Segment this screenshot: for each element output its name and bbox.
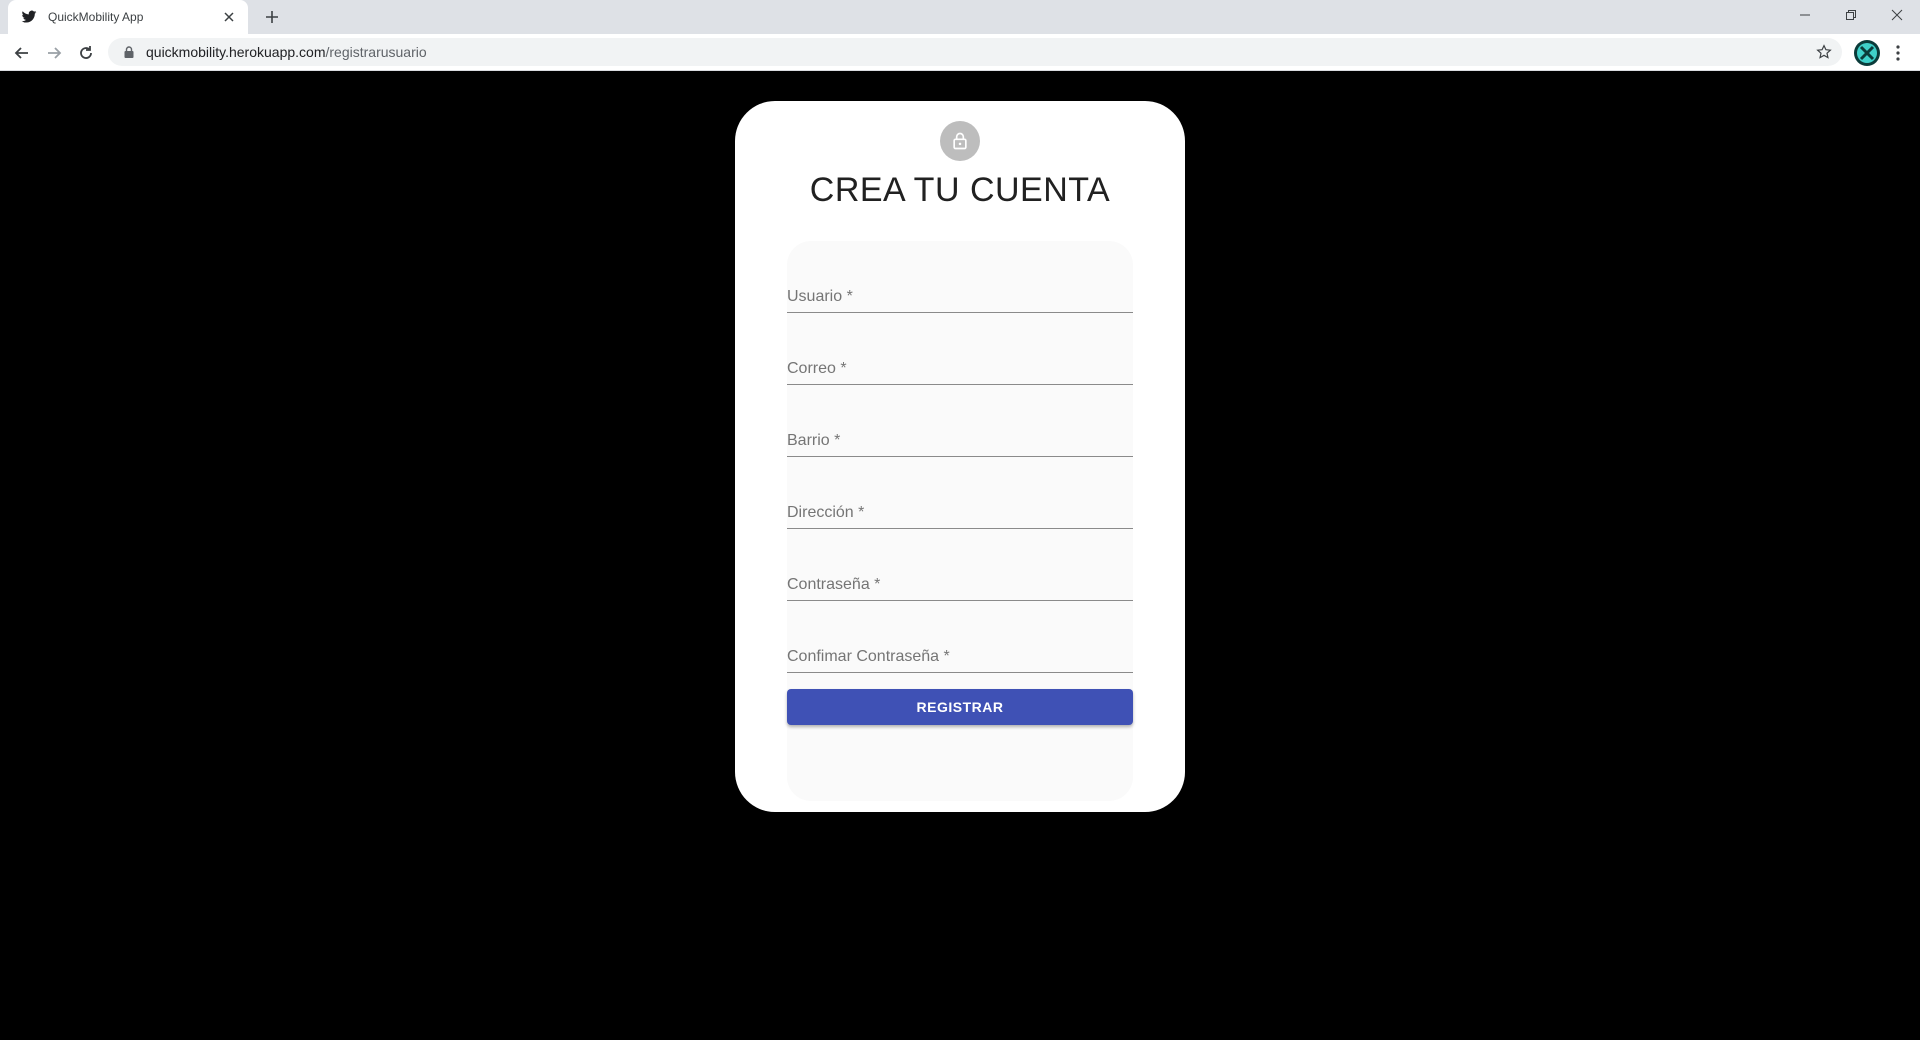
- plus-icon[interactable]: [260, 5, 284, 29]
- confirm-password-field[interactable]: Confimar Contraseña *: [787, 623, 1133, 673]
- url-host: quickmobility.herokuapp.com: [146, 44, 326, 60]
- email-field[interactable]: Correo *: [787, 335, 1133, 385]
- email-label: Correo *: [787, 360, 847, 377]
- restore-icon[interactable]: [1828, 0, 1874, 30]
- forward-icon[interactable]: [40, 39, 68, 67]
- password-field[interactable]: Contraseña *: [787, 551, 1133, 601]
- url-path: /registrarusuario: [325, 44, 427, 60]
- register-card: CREA TU CUENTA Usuario * Correo * Barrio…: [735, 101, 1185, 812]
- password-label: Contraseña *: [787, 576, 881, 593]
- page-viewport: CREA TU CUENTA Usuario * Correo * Barrio…: [0, 71, 1920, 1040]
- address-field[interactable]: Dirección *: [787, 479, 1133, 529]
- register-form: Usuario * Correo * Barrio * Dirección * …: [787, 241, 1133, 801]
- minimize-icon[interactable]: [1782, 0, 1828, 30]
- page-title: CREA TU CUENTA: [809, 171, 1111, 209]
- neighborhood-label: Barrio *: [787, 432, 841, 449]
- neighborhood-field[interactable]: Barrio *: [787, 407, 1133, 457]
- browser-tab[interactable]: QuickMobility App: [8, 0, 248, 34]
- browser-toolbar: quickmobility.herokuapp.com/registrarusu…: [0, 34, 1920, 71]
- close-icon[interactable]: [220, 8, 238, 26]
- lock-icon: [122, 45, 136, 59]
- star-icon[interactable]: [1814, 42, 1834, 62]
- username-field[interactable]: Usuario *: [787, 263, 1133, 313]
- address-bar[interactable]: quickmobility.herokuapp.com/registrarusu…: [108, 38, 1842, 66]
- tab-strip: QuickMobility App: [0, 0, 1920, 34]
- reload-icon[interactable]: [72, 39, 100, 67]
- address-label: Dirección *: [787, 504, 865, 521]
- tab-title: QuickMobility App: [48, 10, 144, 24]
- register-button[interactable]: REGISTRAR: [787, 689, 1133, 725]
- lock-outline-icon: [940, 121, 980, 161]
- username-label: Usuario *: [787, 288, 853, 305]
- twitter-bird-icon: [20, 8, 38, 26]
- profile-icon[interactable]: [1854, 40, 1880, 66]
- close-window-icon[interactable]: [1874, 0, 1920, 30]
- kebab-menu-icon[interactable]: [1886, 40, 1910, 66]
- url-text: quickmobility.herokuapp.com/registrarusu…: [146, 44, 427, 60]
- confirm-password-label: Confimar Contraseña *: [787, 648, 950, 665]
- back-icon[interactable]: [8, 39, 36, 67]
